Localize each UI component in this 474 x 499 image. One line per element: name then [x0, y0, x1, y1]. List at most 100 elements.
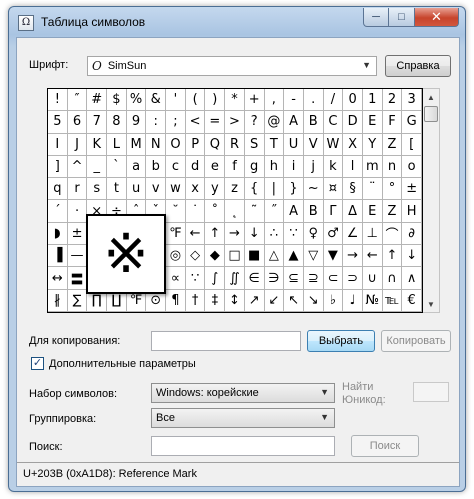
character-cell[interactable]: P	[185, 133, 206, 156]
character-cell[interactable]: &	[146, 89, 167, 112]
character-cell[interactable]: N	[146, 133, 167, 156]
character-cell[interactable]: ˙	[185, 200, 206, 223]
character-cell[interactable]: l	[343, 155, 363, 179]
character-cell[interactable]: E	[362, 111, 383, 134]
character-cell[interactable]: b	[146, 155, 167, 179]
grouping-select[interactable]: Все ▼	[151, 408, 335, 428]
character-cell[interactable]: k	[323, 155, 344, 179]
character-cell[interactable]: △	[264, 245, 285, 268]
character-cell[interactable]: V	[303, 133, 324, 156]
title-bar[interactable]: Ω Таблица символов ─ □ ✕	[9, 7, 465, 37]
character-cell[interactable]: ∧	[402, 267, 422, 290]
character-cell[interactable]: u	[126, 178, 147, 201]
character-cell[interactable]: Ζ	[382, 200, 403, 223]
character-cell[interactable]: ↑	[382, 245, 403, 268]
character-cell[interactable]: X	[343, 133, 363, 156]
character-cell[interactable]: R	[225, 133, 245, 156]
character-cell[interactable]: →	[343, 245, 363, 268]
character-cell[interactable]: z	[225, 178, 245, 201]
character-cell[interactable]: F	[382, 111, 403, 134]
character-cell[interactable]: ˘	[166, 200, 186, 223]
help-button[interactable]: Справка	[385, 55, 451, 77]
character-cell[interactable]: →	[225, 222, 245, 246]
character-cell[interactable]: ¶	[166, 289, 186, 312]
character-cell[interactable]: S	[244, 133, 265, 156]
character-cell[interactable]: f	[225, 155, 245, 179]
character-cell[interactable]: !	[48, 89, 68, 112]
character-cell[interactable]: €	[402, 289, 422, 312]
character-cell[interactable]: ↙	[264, 289, 285, 312]
character-cell[interactable]: ¤	[323, 178, 344, 201]
character-cell[interactable]: ?	[244, 111, 265, 134]
character-cell[interactable]: y	[205, 178, 226, 201]
font-select[interactable]: O SimSun ▼	[87, 56, 377, 76]
character-cell[interactable]: ~	[303, 178, 324, 201]
character-cell[interactable]: %	[126, 89, 147, 112]
character-cell[interactable]: №	[362, 289, 383, 312]
character-cell[interactable]: ;	[166, 111, 186, 134]
character-cell[interactable]: t	[107, 178, 127, 201]
character-cell[interactable]: ▐	[48, 245, 68, 268]
character-cell[interactable]: Δ	[343, 200, 363, 223]
character-cell[interactable]: ▼	[323, 245, 344, 268]
character-cell[interactable]: n	[382, 155, 403, 179]
character-cell[interactable]: q	[48, 178, 68, 201]
character-cell[interactable]: (	[185, 89, 206, 112]
character-cell[interactable]: ♀	[303, 222, 324, 246]
character-cell[interactable]: w	[166, 178, 186, 201]
character-cell[interactable]: ±	[402, 178, 422, 201]
character-cell[interactable]: C	[323, 111, 344, 134]
character-cell[interactable]: °	[382, 178, 403, 201]
character-cell[interactable]: ⊆	[284, 267, 304, 290]
character-cell[interactable]: ∩	[382, 267, 403, 290]
character-cell[interactable]: 9	[126, 111, 147, 134]
character-cell[interactable]: [	[402, 133, 422, 156]
character-cell[interactable]: ∦	[48, 289, 68, 312]
character-cell[interactable]: *	[225, 89, 245, 112]
grid-scrollbar[interactable]: ▲ ▼	[423, 88, 440, 313]
character-cell[interactable]: ∬	[225, 267, 245, 290]
character-cell[interactable]: ⌒	[382, 222, 403, 246]
minimize-button[interactable]: ─	[363, 8, 389, 27]
charset-select[interactable]: Windows: корейские ▼	[151, 383, 335, 403]
character-cell[interactable]: Ε	[362, 200, 383, 223]
character-cell[interactable]: ⊃	[343, 267, 363, 290]
advanced-view-checkbox[interactable]: ✓	[31, 357, 44, 370]
character-cell[interactable]: Β	[303, 200, 324, 223]
character-cell[interactable]: ↔	[48, 267, 68, 290]
character-cell[interactable]: 3	[402, 89, 422, 112]
character-cell[interactable]: v	[146, 178, 167, 201]
character-cell[interactable]: g	[244, 155, 265, 179]
character-cell[interactable]: ◗	[48, 222, 68, 246]
character-cell[interactable]: ◇	[185, 245, 206, 268]
character-cell[interactable]: ◎	[166, 245, 186, 268]
character-cell[interactable]: ♭	[323, 289, 344, 312]
copy-input[interactable]	[151, 331, 301, 351]
character-cell[interactable]: A	[284, 111, 304, 134]
character-cell[interactable]: ♩	[343, 289, 363, 312]
character-cell[interactable]: ·	[67, 200, 88, 223]
character-cell[interactable]: ∵	[284, 222, 304, 246]
character-cell[interactable]: ◆	[205, 245, 226, 268]
character-cell[interactable]: M	[126, 133, 147, 156]
character-cell[interactable]: ⊥	[362, 222, 383, 246]
character-cell[interactable]: 7	[87, 111, 108, 134]
character-cell[interactable]: s	[87, 178, 108, 201]
character-cell[interactable]: 6	[67, 111, 88, 134]
character-cell[interactable]: ℡	[382, 289, 403, 312]
character-cell[interactable]: L	[107, 133, 127, 156]
character-cell[interactable]: ■	[244, 245, 265, 268]
character-cell[interactable]: a	[126, 155, 147, 179]
character-cell[interactable]: W	[323, 133, 344, 156]
character-cell[interactable]: ∪	[362, 267, 383, 290]
character-cell[interactable]: ∫	[205, 267, 226, 290]
character-cell[interactable]: ▲	[284, 245, 304, 268]
character-cell[interactable]: -	[284, 89, 304, 112]
character-cell[interactable]: j	[303, 155, 324, 179]
character-cell[interactable]: K	[87, 133, 108, 156]
scroll-down-arrow-icon[interactable]: ▼	[423, 296, 439, 312]
character-cell[interactable]: D	[343, 111, 363, 134]
character-cell[interactable]: .	[303, 89, 324, 112]
close-button[interactable]: ✕	[415, 8, 459, 27]
character-cell[interactable]: h	[264, 155, 285, 179]
